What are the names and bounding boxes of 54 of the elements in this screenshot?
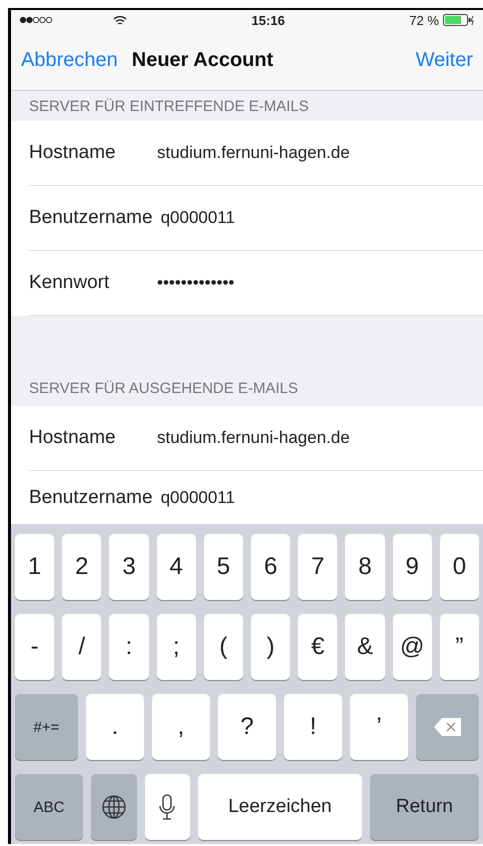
keyboard-key[interactable]: 4	[156, 534, 196, 600]
next-button[interactable]: Weiter	[416, 48, 473, 72]
keyboard-key[interactable]: €	[298, 614, 338, 680]
keyboard-key[interactable]: 7	[298, 534, 338, 600]
field-label: Benutzername	[29, 207, 153, 229]
keyboard-key[interactable]: )	[251, 614, 290, 680]
section-header: SERVER FÜR EINTREFFENDE E-MAILS	[28, 96, 310, 116]
keyboard-key[interactable]: @	[392, 614, 432, 680]
keyboard-key[interactable]: 6	[251, 534, 290, 600]
keyboard-key[interactable]: -	[15, 614, 54, 680]
battery-icon	[442, 14, 475, 26]
keyboard-key[interactable]: :	[109, 614, 149, 680]
globe-key[interactable]	[91, 774, 137, 840]
keyboard-key[interactable]: ;	[156, 614, 196, 680]
field-label: Hostname	[29, 142, 117, 164]
keyboard-key[interactable]: !	[284, 694, 342, 760]
wifi-icon	[113, 14, 127, 26]
keyboard-key[interactable]: &	[345, 614, 385, 680]
battery-percentage: 72 %	[409, 12, 439, 28]
keyboard-key[interactable]: 5	[204, 534, 244, 600]
keyboard-key[interactable]: 0	[440, 534, 480, 600]
microphone-icon	[159, 793, 176, 821]
keyboard-key[interactable]: .	[86, 694, 144, 760]
keyboard-key[interactable]: 9	[392, 534, 432, 600]
signal-icon	[19, 16, 53, 24]
keyboard-key[interactable]: ?	[218, 694, 276, 760]
backspace-icon	[432, 717, 463, 737]
keyboard-key[interactable]: ,	[152, 694, 210, 760]
input-field[interactable]: studium.fernuni-hagen.de	[157, 143, 350, 163]
input-field[interactable]: q0000011	[160, 208, 235, 228]
globe-icon	[100, 794, 127, 820]
cancel-button[interactable]: Abbrechen	[21, 48, 118, 72]
keyboard-key[interactable]: ”	[440, 614, 480, 680]
keyboard-key[interactable]: (	[204, 614, 244, 680]
space-key[interactable]: Leerzeichen	[198, 774, 362, 840]
keyboard-key[interactable]: Return	[370, 774, 479, 840]
input-field[interactable]: q0000011	[160, 488, 235, 508]
field-label: Kennwort	[29, 272, 110, 294]
field-label: Benutzername	[29, 486, 153, 508]
section-header: SERVER FÜR AUSGEHENDE E-MAILS	[28, 379, 299, 399]
keyboard-key[interactable]: 1	[15, 534, 54, 600]
nav-title: Neuer Account	[132, 48, 274, 72]
microphone-key[interactable]	[144, 774, 190, 840]
field-label: Hostname	[29, 427, 117, 449]
keyboard-key[interactable]: ABC	[15, 774, 84, 840]
input-field[interactable]: studium.fernuni-hagen.de	[157, 428, 350, 448]
keyboard-key[interactable]: 2	[62, 534, 102, 600]
keyboard-key[interactable]: ’	[350, 694, 408, 760]
keyboard-key[interactable]: 8	[345, 534, 385, 600]
keyboard-key[interactable]: /	[62, 614, 102, 680]
input-field[interactable]: •••••••••••••	[157, 273, 234, 293]
keyboard-key[interactable]: #+=	[15, 694, 78, 760]
keyboard-key[interactable]: 3	[109, 534, 149, 600]
status-time: 15:16	[252, 12, 285, 28]
